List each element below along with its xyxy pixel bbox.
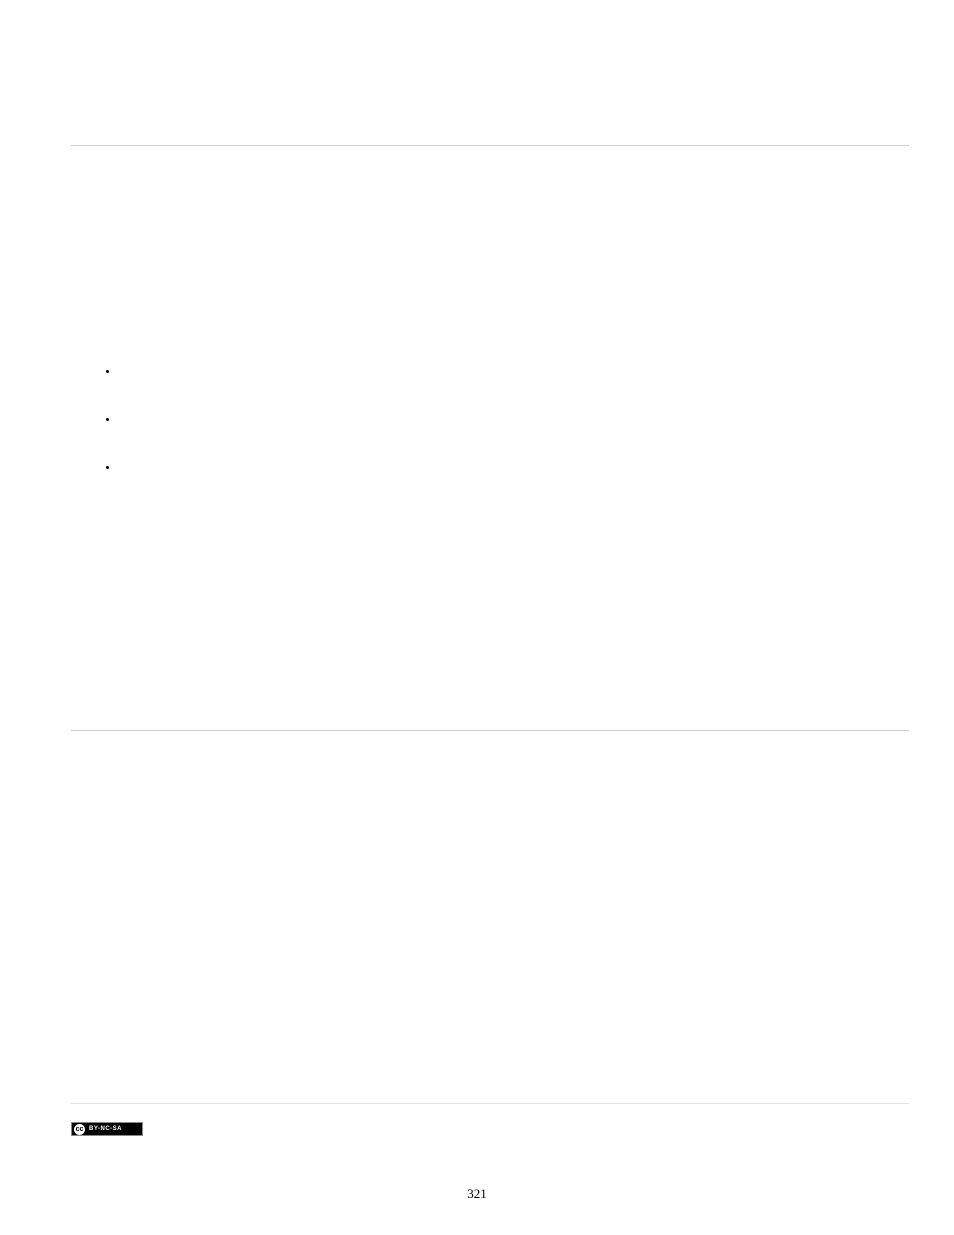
cc-logo-icon: cc (74, 1124, 85, 1135)
horizontal-rule (71, 145, 909, 146)
horizontal-rule (71, 730, 909, 731)
horizontal-rule (71, 1103, 909, 1104)
bullet-list (106, 370, 109, 514)
page-content: cc BY-NC-SA (71, 0, 909, 1235)
bullet-point (106, 370, 109, 373)
bullet-point (106, 466, 109, 469)
cc-license-text: BY-NC-SA (89, 1126, 122, 1132)
creative-commons-badge: cc BY-NC-SA (71, 1122, 143, 1136)
page-number: 321 (0, 1186, 954, 1202)
bullet-point (106, 418, 109, 421)
